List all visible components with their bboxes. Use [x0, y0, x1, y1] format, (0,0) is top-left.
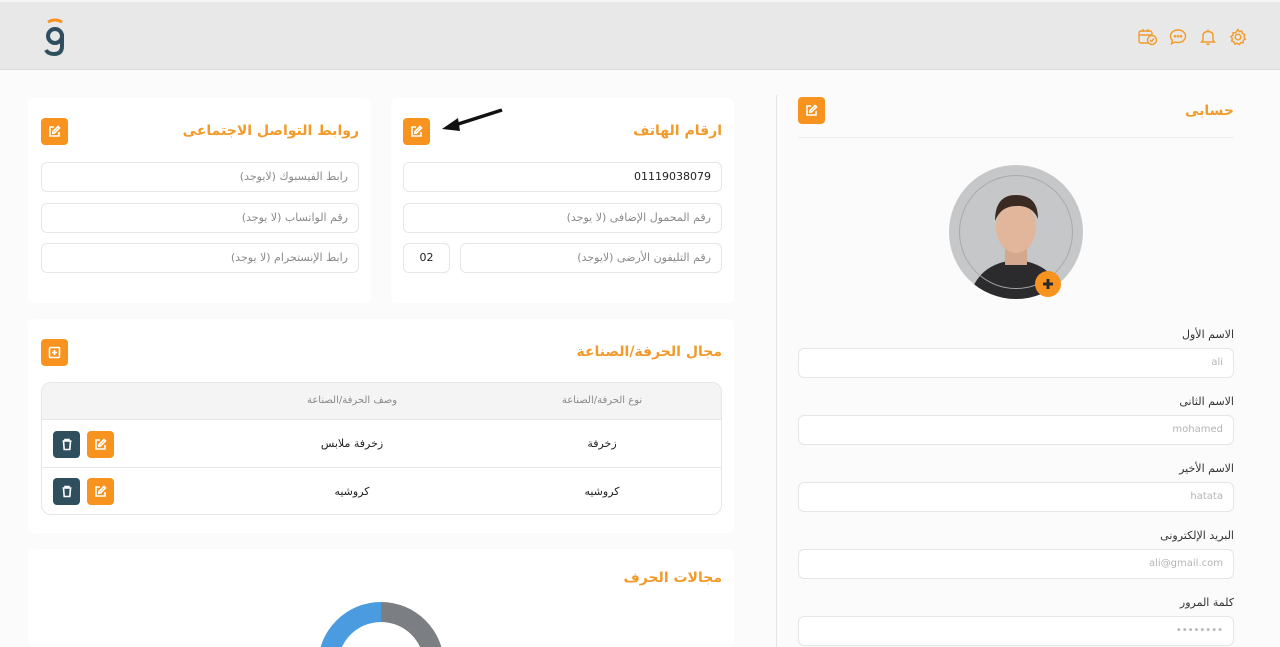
- craft-fields-title: مجالات الحرف: [623, 570, 723, 586]
- delete-row-button[interactable]: [53, 431, 80, 458]
- social-title: روابط التواصل الاجتماعى: [182, 123, 359, 139]
- last-name-label: الاسم الأخير: [1179, 462, 1234, 475]
- logo[interactable]: [40, 16, 70, 60]
- phones-title: ارقام الهاتف: [633, 123, 722, 139]
- area-code-field[interactable]: 02: [403, 243, 450, 273]
- mobile-field[interactable]: 01119038079: [403, 162, 722, 192]
- craft-type-cell: كروشيه: [584, 485, 620, 498]
- email-input[interactable]: ali@gmail.com: [798, 549, 1234, 579]
- donut-segment-gray: [381, 602, 442, 647]
- edit-row-button[interactable]: [87, 431, 114, 458]
- arrow-pointer-icon: [442, 108, 503, 131]
- avatar: [949, 165, 1083, 299]
- account-title: حسابى: [1184, 103, 1234, 119]
- add-craft-button[interactable]: [41, 339, 68, 366]
- extra-mobile-field[interactable]: رقم المحمول الإضافى (لا يوجد): [403, 203, 722, 233]
- edit-phones-button[interactable]: [403, 118, 430, 145]
- second-name-label: الاسم الثانى: [1179, 395, 1234, 408]
- craft-title: مجال الحرفة/الصناعة: [576, 344, 722, 360]
- email-label: البريد الإلكترونى: [1160, 529, 1234, 542]
- password-label: كلمة المرور: [1179, 596, 1234, 609]
- second-name-input[interactable]: mohamed: [798, 415, 1234, 445]
- craft-description-cell: كروشيه: [334, 485, 370, 498]
- craft-fields-donut: [320, 602, 442, 647]
- password-input[interactable]: ••••••••: [798, 616, 1234, 646]
- craft-type-cell: زخرفة: [587, 437, 617, 450]
- first-name-label: الاسم الأول: [1182, 328, 1234, 341]
- delete-row-button[interactable]: [53, 478, 80, 505]
- craft-description-cell: زخرفة ملابس: [320, 437, 384, 450]
- last-name-input[interactable]: hatata: [798, 482, 1234, 512]
- whatsapp-field[interactable]: رقم الواتساب (لا يوجد): [41, 203, 359, 233]
- donut-segment-blue: [320, 602, 381, 647]
- table-row: زخرفة زخرفة ملابس: [42, 420, 721, 468]
- column-header: نوع الحرفة/الصناعة: [561, 395, 643, 406]
- column-header: وصف الحرفة/الصناعة: [306, 395, 398, 406]
- table-header: نوع الحرفة/الصناعة وصف الحرفة/الصناعة: [42, 383, 721, 420]
- calendar-check-icon[interactable]: [1138, 27, 1158, 47]
- bell-icon[interactable]: [1198, 27, 1218, 47]
- edit-account-button[interactable]: [798, 97, 825, 124]
- add-photo-button[interactable]: [1035, 271, 1061, 297]
- account-divider: [798, 137, 1234, 138]
- edit-row-button[interactable]: [87, 478, 114, 505]
- instagram-field[interactable]: رابط الإنستجرام (لا يوجد): [41, 243, 359, 273]
- settings-icon[interactable]: [1228, 27, 1248, 47]
- table-row: كروشيه كروشيه: [42, 468, 721, 514]
- landline-field[interactable]: رقم التليفون الأرضى (لايوجد): [460, 243, 722, 273]
- chat-icon[interactable]: [1168, 27, 1188, 47]
- craft-table: نوع الحرفة/الصناعة وصف الحرفة/الصناعة زخ…: [41, 382, 722, 515]
- top-bar: [0, 0, 1280, 70]
- edit-social-button[interactable]: [41, 118, 68, 145]
- facebook-field[interactable]: رابط الفيسبوك (لايوجد): [41, 162, 359, 192]
- first-name-input[interactable]: ali: [798, 348, 1234, 378]
- top-icons: [1138, 27, 1248, 47]
